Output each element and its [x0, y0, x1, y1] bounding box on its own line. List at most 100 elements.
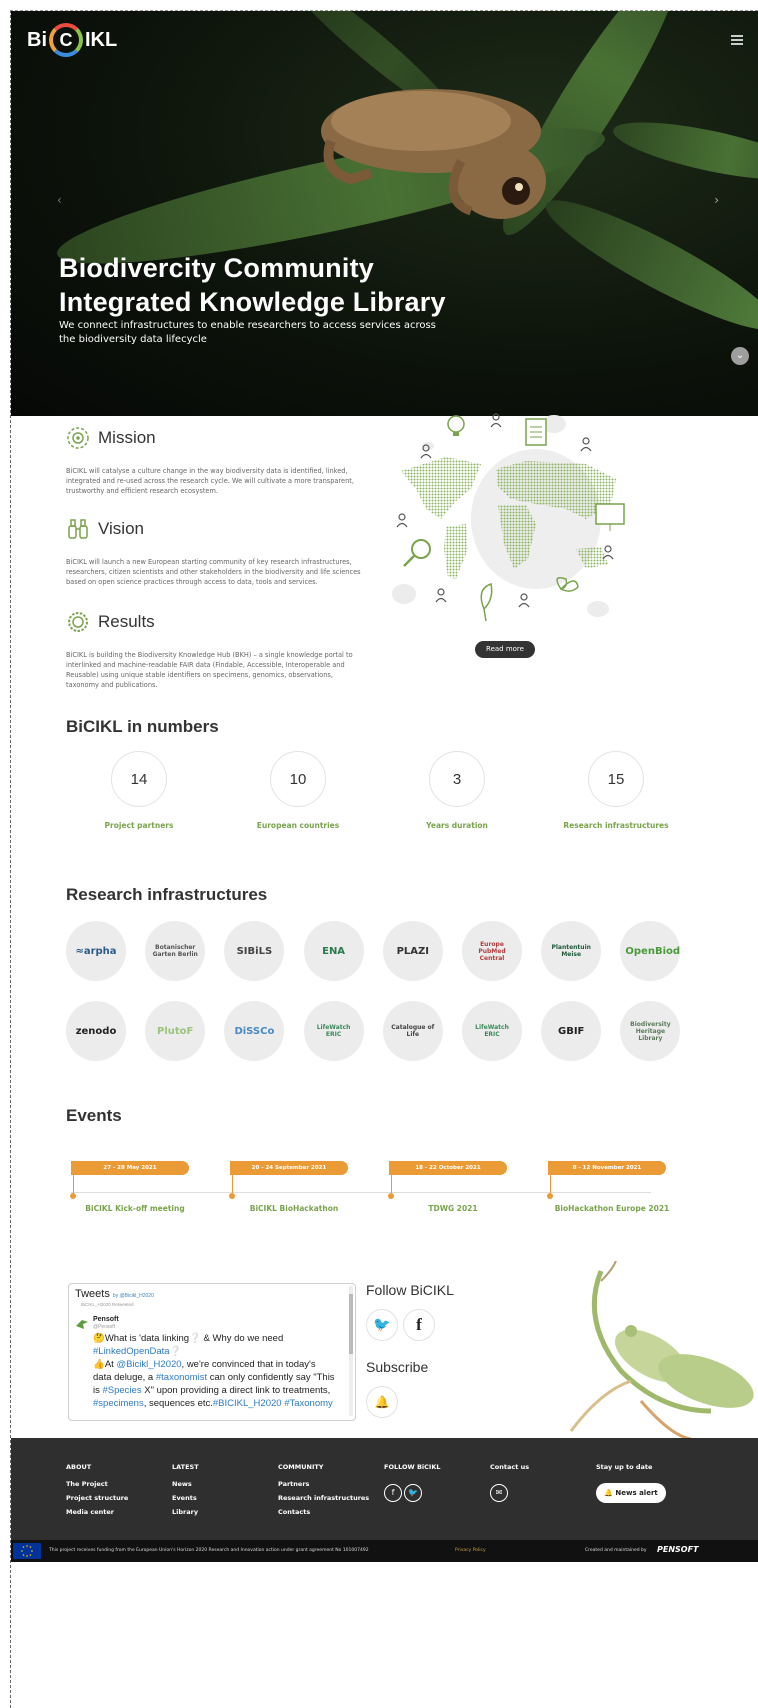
event-biohackathon[interactable]: 20 - 24 September 2021 [229, 1161, 370, 1199]
twitter-timeline-widget[interactable]: Tweets by @Bicikl_H2020 BiCIKL_H2020 Ret… [68, 1283, 356, 1421]
infrastructure-logo-europe-pmc[interactable]: Europe PubMed Central [462, 921, 522, 981]
tweets-scroll-thumb[interactable] [349, 1294, 353, 1354]
footer-link-media-center[interactable]: Media center [66, 1508, 128, 1516]
infrastructure-logo-text: OpenBiodiv [625, 945, 681, 957]
hero-title-line-2: Integrated Knowledge Library [59, 285, 446, 319]
infrastructure-logo-text: LifeWatch ERIC [475, 1024, 509, 1038]
mission-block: Mission BiCIKL will catalyse a culture c… [66, 426, 366, 496]
infrastructure-logo-openbiodiv[interactable]: OpenBiodiv [620, 921, 681, 981]
logo-c-icon: C [49, 23, 83, 57]
event-name[interactable]: BiCIKL BioHackathon [219, 1204, 369, 1213]
scroll-down-icon[interactable]: ⌄ [731, 347, 749, 365]
infrastructure-logo-sibils[interactable]: SIBiLS [224, 921, 285, 981]
hashtag-link[interactable]: #LinkedOpenData [93, 1346, 170, 1357]
pensoft-avatar-icon [76, 1320, 88, 1329]
footer-twitter-icon[interactable]: 🐦 [404, 1483, 422, 1502]
stat-label: Research infrastructures [563, 821, 669, 830]
footer-link-research-infrastructures[interactable]: Research infrastructures [278, 1494, 369, 1502]
tweet-author[interactable]: Pensoft [93, 1316, 119, 1323]
infrastructure-logo-zenodo[interactable]: zenodo [66, 1001, 126, 1061]
infrastructure-logo-text: Europe PubMed Central [478, 940, 506, 962]
hashtag-link[interactable]: #taxonomist [156, 1372, 207, 1383]
numbers-title: BiCIKL in numbers [66, 717, 219, 736]
infrastructure-logo-lifewatch-1[interactable]: LifeWatch ERIC [303, 1001, 364, 1061]
mission-text: BiCIKL will catalyse a culture change in… [66, 467, 354, 495]
privacy-policy-link[interactable]: Privacy Policy [455, 1548, 486, 1553]
infrastructure-logo-lifewatch-2[interactable]: LifeWatch ERIC [462, 1001, 522, 1061]
footer-link-partners[interactable]: Partners [278, 1480, 369, 1488]
hero-title-initial: K [199, 287, 219, 317]
infrastructure-logo-plutof[interactable]: PlutoF [145, 1001, 206, 1061]
hero-title-word: ntegrated [66, 287, 200, 317]
event-name[interactable]: BiCIKL Kick-off meeting [60, 1204, 210, 1213]
event-name[interactable]: TDWG 2021 [378, 1204, 528, 1213]
infrastructure-logo-dissco[interactable]: DiSSCo [224, 1001, 285, 1061]
tweets-by[interactable]: by @Bicikl_H2020 [113, 1293, 154, 1299]
gear-icon [68, 612, 88, 632]
infrastructure-logo-gbif[interactable]: GBIF [541, 1001, 602, 1061]
infrastructure-logo-bhl[interactable]: Biodiversity Heritage Library [620, 1001, 681, 1061]
news-alert-button[interactable]: 🔔 News alert [596, 1483, 666, 1503]
footer-link-library[interactable]: Library [172, 1508, 199, 1516]
event-kickoff[interactable]: 27 - 28 May 2021 [70, 1161, 211, 1199]
footer-link-events[interactable]: Events [172, 1494, 199, 1502]
infrastructure-logo-plantentuin[interactable]: Plantentuin Meise [541, 921, 602, 981]
footer-about: ABOUT The Project Project structure Medi… [66, 1463, 128, 1522]
hero-title-word: ommunity [243, 253, 374, 283]
mention-link[interactable]: @Bicikl_H2020 [116, 1359, 181, 1370]
infrastructure-logo-plazi[interactable]: PLAZI [382, 921, 443, 981]
hero-title-word: ibrary [369, 287, 446, 317]
tweets-header: Tweets by @Bicikl_H2020 [69, 1284, 355, 1302]
infrastructure-logo-arpha[interactable]: ≈arpha [66, 921, 126, 981]
infrastructure-logo-text: Biodiversity Heritage Library [630, 1020, 671, 1042]
vision-block: Vision BiCIKL will launch a new European… [66, 517, 366, 587]
hashtag-link[interactable]: #BICIKL_H2020 [213, 1398, 282, 1409]
read-more-button[interactable]: Read more [475, 641, 535, 658]
stat-value: 14 [111, 751, 167, 807]
hero-title-word: odivercity [86, 253, 224, 283]
footer-link-contacts[interactable]: Contacts [278, 1508, 369, 1516]
eu-flag-icon [13, 1543, 41, 1559]
results-title: Results [98, 612, 155, 631]
facebook-icon[interactable]: f [403, 1309, 435, 1341]
hero-title-initial: I [59, 287, 67, 317]
infrastructure-logo-catalogue-of-life[interactable]: Catalogue of Life [382, 1001, 443, 1061]
subscribe-title: Subscribe [366, 1359, 429, 1375]
event-biohackathon-europe[interactable]: 8 - 12 November 2021 [547, 1161, 688, 1199]
tweet-handle[interactable]: @Pensoft [93, 1324, 115, 1330]
footer-contact: Contact us ✉ [490, 1463, 529, 1502]
infrastructure-logo-ena[interactable]: ENA [303, 921, 364, 981]
stat-value: 10 [270, 751, 326, 807]
footer-facebook-icon[interactable]: f [384, 1483, 402, 1502]
infrastructure-logo-bgbm[interactable]: Botanischer Garten Berlin [145, 921, 206, 981]
twitter-icon[interactable]: 🐦 [366, 1309, 398, 1341]
hero-banner: Bi C IKL ‹ › Biodivercity Community Inte… [11, 11, 758, 416]
event-name[interactable]: BioHackathon Europe 2021 [537, 1204, 687, 1213]
footer-link-the-project[interactable]: The Project [66, 1480, 128, 1488]
created-by-label: Created and maintained by [585, 1548, 647, 1553]
prev-slide-icon[interactable]: ‹ [57, 193, 62, 207]
frog-image [321, 89, 546, 219]
infrastructure-logo-text: Botanischer Garten Berlin [152, 944, 198, 958]
footer-link-project-structure[interactable]: Project structure [66, 1494, 128, 1502]
hashtag-link[interactable]: #specimens [93, 1398, 144, 1409]
menu-icon[interactable] [731, 35, 743, 45]
pensoft-logo[interactable]: PENSOFT [657, 1545, 699, 1554]
event-tdwg[interactable]: 18 - 22 October 2021 [388, 1161, 529, 1199]
hashtag-link[interactable]: #Species [103, 1385, 142, 1396]
event-date: 8 - 12 November 2021 [548, 1161, 666, 1175]
infrastructure-logo-text: DiSSCo [234, 1025, 275, 1037]
bicikl-logo[interactable]: Bi C IKL [27, 23, 117, 57]
footer-mail-icon[interactable]: ✉ [490, 1483, 508, 1502]
infrastructure-logo-text: GBIF [557, 1025, 585, 1037]
hashtag-link[interactable]: #Taxonomy [284, 1398, 333, 1409]
infrastructure-logo-text: SIBiLS [236, 945, 273, 957]
target-icon [67, 427, 89, 449]
footer-latest: LATEST News Events Library [172, 1463, 199, 1522]
footer-stay-heading: Stay up to date [596, 1463, 653, 1471]
next-slide-icon[interactable]: › [714, 193, 719, 207]
footer-link-news[interactable]: News [172, 1480, 199, 1488]
funding-statement: This project receives funding from the E… [49, 1548, 369, 1553]
stat-value: 3 [429, 751, 485, 807]
bell-icon[interactable]: 🔔 [366, 1386, 398, 1418]
